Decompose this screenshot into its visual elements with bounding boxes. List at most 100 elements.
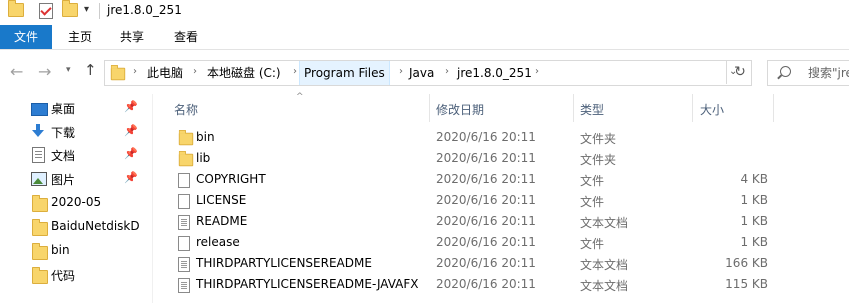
folder-icon bbox=[32, 219, 48, 236]
quick-access-dropdown-icon[interactable]: ▾ bbox=[84, 4, 89, 15]
column-header-size[interactable]: 大小 bbox=[693, 94, 773, 122]
breadcrumb-program-files[interactable]: Program Files bbox=[299, 61, 390, 85]
file-name: THIRDPARTYLICENSEREADME bbox=[196, 256, 372, 270]
column-header-label: 修改日期 bbox=[436, 103, 485, 117]
tab-view[interactable]: 查看 bbox=[162, 25, 210, 49]
sidebar-item-desktop[interactable]: 桌面 📌 bbox=[0, 97, 150, 118]
breadcrumb-java[interactable]: Java bbox=[405, 61, 438, 85]
breadcrumb-jre[interactable]: jre1.8.0_251 bbox=[453, 61, 536, 85]
navigation-bar: ← → ▾ ↑ › 此电脑 › 本地磁盘 (C:) › Program File… bbox=[0, 50, 849, 94]
forward-arrow-icon[interactable]: → bbox=[38, 62, 51, 81]
file-date: 2020/6/16 20:11 bbox=[436, 172, 536, 186]
list-item[interactable]: LICENSE 2020/6/16 20:11 文件 1 KB bbox=[168, 190, 778, 211]
desktop-icon bbox=[31, 103, 48, 116]
folder-icon bbox=[178, 129, 194, 146]
sidebar-item-bin[interactable]: bin bbox=[0, 240, 150, 261]
list-item[interactable]: README 2020/6/16 20:11 文本文档 1 KB bbox=[168, 211, 778, 232]
list-item[interactable]: release 2020/6/16 20:11 文件 1 KB bbox=[168, 232, 778, 253]
pin-icon[interactable]: 📌 bbox=[124, 124, 138, 137]
file-icon bbox=[178, 173, 190, 189]
sidebar-item-label: 2020-05 bbox=[51, 195, 102, 209]
sidebar-item-label: bin bbox=[51, 243, 70, 257]
file-date: 2020/6/16 20:11 bbox=[436, 214, 536, 228]
file-icon bbox=[178, 194, 190, 210]
navigation-pane: 桌面 📌 下载 📌 文档 📌 图片 📌 2020-05 BaiduNetdisk… bbox=[0, 94, 150, 303]
new-folder-icon[interactable] bbox=[62, 0, 78, 17]
chevron-right-icon[interactable]: › bbox=[445, 66, 449, 77]
chevron-right-icon[interactable]: › bbox=[535, 66, 539, 77]
tab-home[interactable]: 主页 bbox=[58, 25, 102, 49]
column-header-date[interactable]: 修改日期 bbox=[430, 94, 573, 122]
file-date: 2020/6/16 20:11 bbox=[436, 130, 536, 144]
window-title: jre1.8.0_251 bbox=[107, 3, 182, 17]
ribbon-tabs: 文件 主页 共享 查看 bbox=[0, 25, 849, 50]
sidebar-item-label: 代码 bbox=[51, 269, 76, 283]
document-icon bbox=[32, 147, 45, 163]
breadcrumb-this-pc[interactable]: 此电脑 bbox=[143, 61, 187, 85]
back-arrow-icon[interactable]: ← bbox=[10, 62, 23, 81]
search-placeholder: 搜索"jre bbox=[808, 66, 849, 80]
sidebar-item-label: 桌面 bbox=[51, 102, 76, 116]
file-name: release bbox=[196, 235, 240, 249]
column-header-type[interactable]: 类型 bbox=[574, 94, 692, 122]
explorer-window: ▾ jre1.8.0_251 文件 主页 共享 查看 ← → ▾ ↑ › 此电脑… bbox=[0, 0, 849, 303]
file-size: 4 KB bbox=[740, 172, 768, 186]
download-icon bbox=[31, 124, 45, 138]
file-type: 文件夹 bbox=[580, 132, 617, 146]
file-date: 2020/6/16 20:11 bbox=[436, 193, 536, 207]
properties-checkbox-icon[interactable] bbox=[39, 3, 53, 19]
recent-locations-dropdown-icon[interactable]: ▾ bbox=[66, 65, 71, 75]
chevron-right-icon[interactable]: › bbox=[399, 66, 403, 77]
sidebar-item-pictures[interactable]: 图片 📌 bbox=[0, 168, 150, 189]
refresh-button[interactable]: ↻ bbox=[726, 60, 753, 84]
column-header-name[interactable]: 名称 bbox=[168, 94, 428, 122]
sidebar-item-label: 图片 bbox=[51, 173, 76, 187]
file-size: 1 KB bbox=[740, 193, 768, 207]
sidebar-item-code[interactable]: 代码 bbox=[0, 264, 150, 285]
list-item[interactable]: bin 2020/6/16 20:11 文件夹 bbox=[168, 127, 778, 148]
sidebar-item-label: BaiduNetdiskD bbox=[51, 219, 140, 233]
sidebar-item-documents[interactable]: 文档 📌 bbox=[0, 144, 150, 165]
file-type: 文件夹 bbox=[580, 153, 617, 167]
file-name: lib bbox=[196, 151, 211, 165]
sidebar-item-downloads[interactable]: 下载 📌 bbox=[0, 121, 150, 142]
breadcrumb-local-disk[interactable]: 本地磁盘 (C:) bbox=[203, 61, 285, 85]
pin-icon[interactable]: 📌 bbox=[124, 171, 138, 184]
pin-icon[interactable]: 📌 bbox=[124, 147, 138, 160]
text-file-icon bbox=[178, 278, 190, 294]
chevron-right-icon[interactable]: › bbox=[293, 66, 297, 77]
file-date: 2020/6/16 20:11 bbox=[436, 277, 536, 291]
file-name: README bbox=[196, 214, 248, 228]
chevron-right-icon[interactable]: › bbox=[193, 66, 197, 77]
tab-share[interactable]: 共享 bbox=[110, 25, 154, 49]
pane-divider[interactable] bbox=[152, 94, 153, 303]
pin-icon[interactable]: 📌 bbox=[124, 100, 138, 113]
sidebar-item-label: 文档 bbox=[51, 149, 76, 163]
folder-icon bbox=[110, 64, 126, 81]
file-size: 1 KB bbox=[740, 235, 768, 249]
folder-icon bbox=[32, 243, 48, 260]
sidebar-item-2020-05[interactable]: 2020-05 bbox=[0, 192, 150, 213]
file-name: COPYRIGHT bbox=[196, 172, 266, 186]
folder-icon bbox=[32, 195, 48, 212]
file-name: bin bbox=[196, 130, 215, 144]
sidebar-item-label: 下载 bbox=[51, 126, 76, 140]
column-header-label: 大小 bbox=[700, 103, 725, 117]
sidebar-item-baidunetdisk[interactable]: BaiduNetdiskD bbox=[0, 216, 150, 237]
search-icon bbox=[780, 66, 791, 77]
file-name: THIRDPARTYLICENSEREADME-JAVAFX bbox=[196, 277, 419, 291]
list-item[interactable]: THIRDPARTYLICENSEREADME-JAVAFX 2020/6/16… bbox=[168, 274, 778, 295]
text-file-icon bbox=[178, 215, 190, 231]
up-arrow-icon[interactable]: ↑ bbox=[84, 61, 97, 79]
file-size: 115 KB bbox=[725, 277, 768, 291]
tab-file[interactable]: 文件 bbox=[0, 25, 52, 49]
list-item[interactable]: COPYRIGHT 2020/6/16 20:11 文件 4 KB bbox=[168, 169, 778, 190]
chevron-right-icon[interactable]: › bbox=[133, 66, 137, 77]
file-type: 文件 bbox=[580, 237, 605, 251]
list-item[interactable]: THIRDPARTYLICENSEREADME 2020/6/16 20:11 … bbox=[168, 253, 778, 274]
file-type: 文本文档 bbox=[580, 279, 629, 293]
column-divider[interactable] bbox=[773, 94, 774, 122]
list-item[interactable]: lib 2020/6/16 20:11 文件夹 bbox=[168, 148, 778, 169]
address-bar[interactable]: › 此电脑 › 本地磁盘 (C:) › Program Files › Java… bbox=[104, 60, 752, 86]
search-input[interactable]: 搜索"jre bbox=[767, 60, 849, 86]
